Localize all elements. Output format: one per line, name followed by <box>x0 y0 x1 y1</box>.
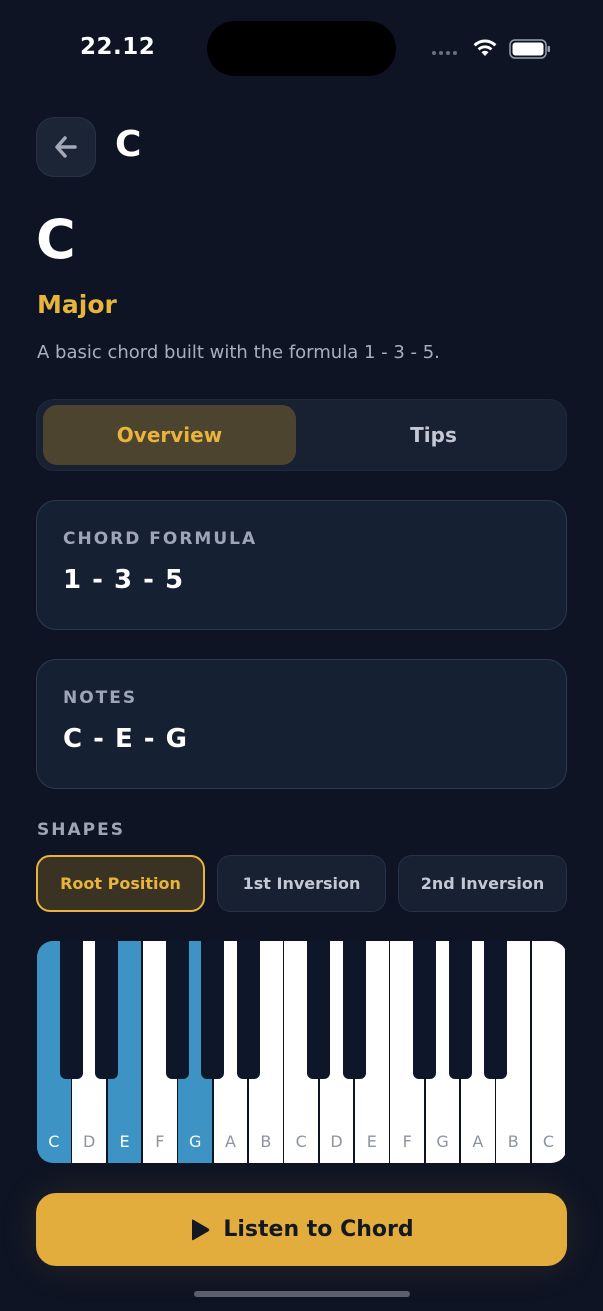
chord-formula-label: CHORD FORMULA <box>63 529 258 549</box>
cellular-signal-icon <box>432 51 457 55</box>
notes-label: NOTES <box>63 688 138 708</box>
shapes-label: SHAPES <box>37 820 125 840</box>
piano-black-key-4[interactable] <box>201 941 225 1079</box>
notes-card: NOTES C - E - G <box>36 659 567 789</box>
piano-black-key-10[interactable] <box>413 941 437 1079</box>
shape-root-position-button[interactable]: Root Position <box>36 855 205 912</box>
piano-black-key-3[interactable] <box>166 941 190 1079</box>
piano-black-key-1[interactable] <box>95 941 119 1079</box>
chord-formula-value: 1 - 3 - 5 <box>63 565 185 595</box>
arrow-left-icon <box>55 136 77 158</box>
play-icon <box>192 1219 210 1240</box>
piano-keyboard[interactable]: CDEFGABCDEFGABC <box>37 941 567 1163</box>
dynamic-island <box>207 21 396 76</box>
battery-icon <box>509 39 550 59</box>
piano-black-key-8[interactable] <box>342 941 366 1079</box>
chord-formula-card: CHORD FORMULA 1 - 3 - 5 <box>36 500 567 630</box>
chord-description: A basic chord built with the formula 1 -… <box>37 342 440 363</box>
status-bar: 22.12 <box>0 0 603 100</box>
back-button[interactable] <box>36 117 96 177</box>
chord-quality: Major <box>37 290 117 319</box>
status-time: 22.12 <box>80 34 156 60</box>
piano-black-key-11[interactable] <box>448 941 472 1079</box>
tab-tips[interactable]: Tips <box>307 405 560 465</box>
piano-black-key-7[interactable] <box>307 941 331 1079</box>
shape-1st-inversion-button[interactable]: 1st Inversion <box>217 855 386 912</box>
piano-black-key-5[interactable] <box>236 941 260 1079</box>
nav-title: C <box>115 124 142 165</box>
piano-black-key-12[interactable] <box>484 941 508 1079</box>
piano-white-key-c-14[interactable]: C <box>531 941 566 1163</box>
wifi-icon <box>473 39 497 56</box>
home-indicator <box>194 1291 410 1297</box>
notes-value: C - E - G <box>63 724 188 754</box>
listen-button-label: Listen to Chord <box>223 1217 414 1242</box>
shape-2nd-inversion-button[interactable]: 2nd Inversion <box>398 855 567 912</box>
tab-overview[interactable]: Overview <box>43 405 296 465</box>
segmented-tabs: Overview Tips <box>36 399 567 471</box>
chord-name: C <box>36 208 76 271</box>
listen-to-chord-button[interactable]: Listen to Chord <box>36 1193 567 1266</box>
piano-black-key-0[interactable] <box>60 941 84 1079</box>
